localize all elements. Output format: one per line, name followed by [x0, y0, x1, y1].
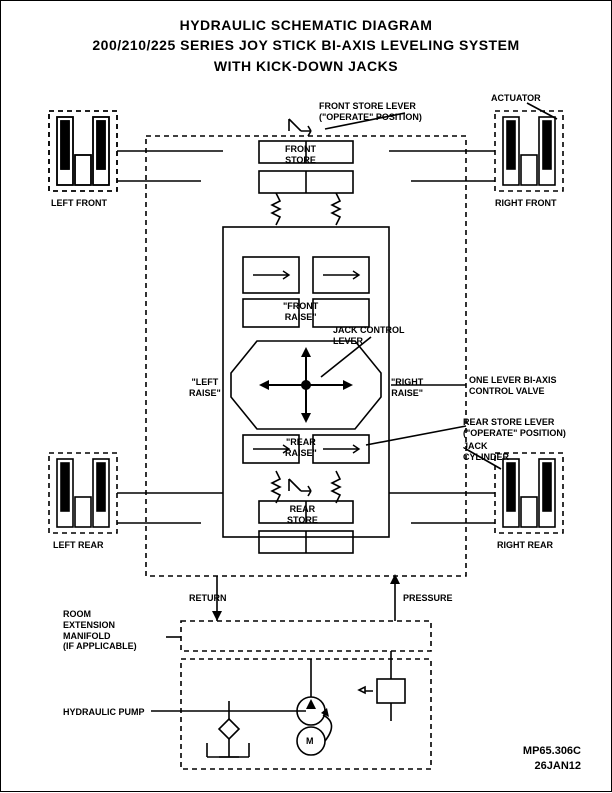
label-jack-control-lever: JACK CONTROL LEVER [333, 325, 405, 347]
schematic-svg [1, 1, 612, 793]
label-left-rear: LEFT REAR [53, 540, 104, 551]
label-room-extension-manifold: ROOM EXTENSION MANIFOLD (IF APPLICABLE) [63, 609, 137, 652]
footer: MP65.306C 26JAN12 [523, 744, 581, 773]
label-motor: M [306, 736, 314, 747]
label-jack-cylinder: JACK CYLINDER [463, 441, 509, 463]
label-actuator: ACTUATOR [491, 93, 541, 104]
label-return: RETURN [189, 593, 227, 604]
label-right-rear: RIGHT REAR [497, 540, 553, 551]
label-left-raise: "LEFT RAISE" [189, 377, 221, 399]
label-left-front: LEFT FRONT [51, 198, 107, 209]
label-front-store-lever: FRONT STORE LEVER ("OPERATE" POSITION) [319, 101, 422, 123]
drawing-code: MP65.306C [523, 744, 581, 758]
label-one-lever-valve: ONE LEVER BI-AXIS CONTROL VALVE [469, 375, 557, 397]
label-rear-raise: "REAR RAISE" [285, 437, 317, 459]
label-front-raise: "FRONT RAISE" [283, 301, 318, 323]
label-hydraulic-pump: HYDRAULIC PUMP [63, 707, 145, 718]
label-right-front: RIGHT FRONT [495, 198, 557, 209]
drawing-date: 26JAN12 [523, 759, 581, 773]
label-front-store: FRONT STORE [285, 144, 316, 166]
label-rear-store: REAR STORE [287, 504, 318, 526]
label-pressure: PRESSURE [403, 593, 453, 604]
label-rear-store-lever: REAR STORE LEVER ("OPERATE" POSITION) [463, 417, 566, 439]
label-right-raise: "RIGHT RAISE" [391, 377, 423, 399]
page: HYDRAULIC SCHEMATIC DIAGRAM 200/210/225 … [0, 0, 612, 792]
